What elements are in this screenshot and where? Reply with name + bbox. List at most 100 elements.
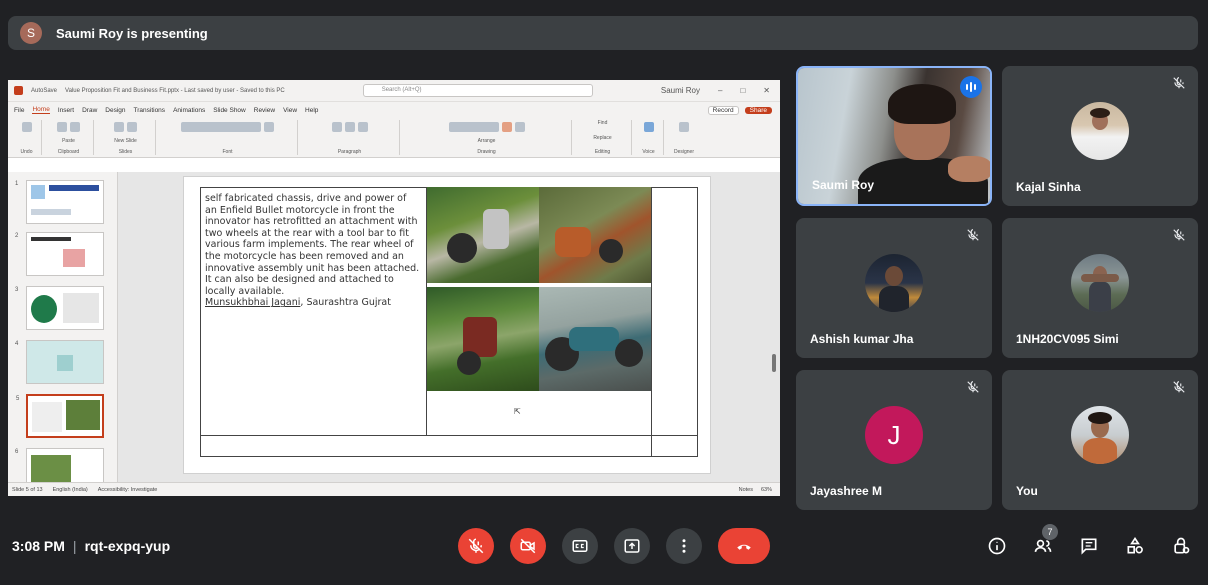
speaking-indicator-icon — [960, 76, 982, 98]
participant-name: You — [1016, 484, 1038, 498]
ppt-work-area: 1 2 3 4 5 6 self fabricated chassis, dri… — [8, 172, 780, 492]
slide-thumb-2: 2 — [15, 232, 104, 276]
thumb-number: 2 — [15, 233, 19, 239]
menu-slide-show: Slide Show — [213, 106, 246, 114]
camera-off-icon — [520, 538, 536, 554]
captions-icon — [572, 540, 588, 552]
activities-button[interactable] — [1122, 528, 1148, 564]
slide-body-text: self fabricated chassis, drive and power… — [205, 193, 421, 309]
leave-call-button[interactable] — [718, 528, 770, 564]
presenting-banner: S Saumi Roy is presenting — [8, 16, 1198, 50]
find-label: Find — [597, 120, 608, 126]
powerpoint-logo-icon — [14, 86, 23, 95]
ppt-ribbon: Undo Paste Clipboard New Slide Slides Fo… — [8, 118, 780, 158]
dictate-icon — [643, 122, 654, 132]
more-vert-icon — [682, 539, 686, 553]
mouse-cursor-icon: ⇱ — [514, 407, 521, 416]
window-controls: Saumi Roy – □ ✕ — [661, 86, 780, 95]
chat-button[interactable] — [1076, 528, 1102, 564]
meeting-code: rqt-expq-yup — [84, 538, 171, 554]
ribbon-group-label: Clipboard — [57, 149, 80, 155]
ribbon-group-label: Font — [222, 149, 233, 155]
presenter-avatar: S — [20, 22, 42, 44]
tractor-photo-4 — [539, 287, 651, 391]
ribbon-group-slides: New Slide Slides — [96, 120, 156, 155]
activities-icon — [1127, 536, 1143, 554]
ribbon-group-voice: Voice — [634, 120, 664, 155]
ppt-menu-bar: File Home Insert Draw Design Transitions… — [8, 102, 780, 118]
paste-label: Paste — [62, 137, 75, 144]
mic-off-icon — [1173, 229, 1185, 241]
participant-tile-you[interactable]: You — [1002, 370, 1198, 510]
host-controls-button[interactable] — [1168, 528, 1194, 564]
menu-transitions: Transitions — [133, 106, 166, 114]
participant-name: Kajal Sinha — [1016, 180, 1081, 194]
participant-avatar — [1071, 102, 1129, 160]
ribbon-group-label: Slides — [118, 149, 133, 155]
maximize-icon: □ — [740, 86, 746, 95]
menu-file: File — [14, 106, 25, 114]
slide-thumb-1: 1 — [15, 180, 104, 224]
participant-avatar — [1071, 254, 1129, 312]
participant-tile-ashish-kumar-jha[interactable]: Ashish kumar Jha — [796, 218, 992, 358]
participant-tile-saumi-roy[interactable]: Saumi Roy — [796, 66, 992, 206]
ribbon-group-label: Editing — [594, 149, 611, 155]
ribbon-group-label: Designer — [673, 149, 694, 155]
status-accessibility: Accessibility: Investigate — [97, 486, 158, 493]
ribbon-group-clipboard: Paste Clipboard — [44, 120, 94, 155]
numbering-icon — [344, 122, 355, 132]
status-zoom: 63% — [760, 486, 772, 493]
people-count-badge: 7 — [1042, 524, 1058, 540]
ppt-window-title: Value Proposition Fit and Business Fit.p… — [65, 87, 285, 94]
mic-off-icon — [967, 381, 979, 393]
ribbon-group-label: Drawing — [477, 149, 496, 155]
new-slide-label: New Slide — [114, 137, 137, 144]
ribbon-group-label: Paragraph — [337, 149, 362, 155]
undo-icon — [21, 122, 32, 132]
call-controls — [458, 528, 770, 564]
menu-draw: Draw — [82, 106, 98, 114]
minimize-icon: – — [718, 86, 723, 95]
meeting-details-button[interactable] — [984, 528, 1010, 564]
thumb-number: 3 — [15, 287, 19, 293]
slide-thumb-5: 5 — [16, 394, 104, 438]
thumb-number: 4 — [15, 341, 19, 347]
info-icon — [988, 537, 1006, 555]
new-slide-icon — [114, 122, 124, 132]
chat-icon — [1081, 538, 1097, 555]
present-button[interactable] — [614, 528, 650, 564]
participant-avatar: J — [865, 406, 923, 464]
mic-off-icon — [1173, 381, 1185, 393]
more-options-button[interactable] — [666, 528, 702, 564]
replace-label: Replace — [593, 134, 612, 141]
slide-thumbnails: 1 2 3 4 5 6 — [8, 172, 118, 492]
participant-tile-jayashree-m[interactable]: J Jayashree M — [796, 370, 992, 510]
participant-name: Saumi Roy — [812, 178, 875, 192]
participant-tile-kajal-sinha[interactable]: Kajal Sinha — [1002, 66, 1198, 206]
menu-review: Review — [253, 106, 276, 114]
design-ideas-icon — [679, 122, 689, 132]
table-divider — [651, 187, 652, 457]
captions-button[interactable] — [562, 528, 598, 564]
menu-home: Home — [32, 106, 50, 114]
cut-icon — [70, 122, 80, 132]
side-controls: 7 — [984, 524, 1194, 564]
ribbon-group-undo: Undo — [12, 120, 42, 155]
mic-toggle-button[interactable] — [458, 528, 494, 564]
slide-thumb-4: 4 — [15, 340, 104, 384]
ppt-title-bar: AutoSave Value Proposition Fit and Busin… — [8, 80, 780, 102]
camera-toggle-button[interactable] — [510, 528, 546, 564]
font-size-icon — [264, 122, 274, 132]
participant-avatar — [1071, 406, 1129, 464]
ribbon-group-editing: Find Replace Editing — [574, 120, 632, 155]
autosave-label: AutoSave — [31, 87, 58, 94]
ppt-scrollbar — [772, 354, 776, 372]
participant-tile-simi[interactable]: 1NH20CV095 Simi — [1002, 218, 1198, 358]
ppt-status-bar: Slide 5 of 13 English (India) Accessibil… — [8, 482, 780, 496]
participant-avatar — [865, 254, 923, 312]
thumb-number: 1 — [15, 181, 19, 187]
people-button[interactable]: 7 — [1030, 524, 1058, 564]
slide-author-link: Munsukhbhai Jagani — [205, 297, 301, 309]
shared-screen: AutoSave Value Proposition Fit and Busin… — [8, 80, 780, 496]
status-slide-count: Slide 5 of 13 — [12, 486, 43, 493]
